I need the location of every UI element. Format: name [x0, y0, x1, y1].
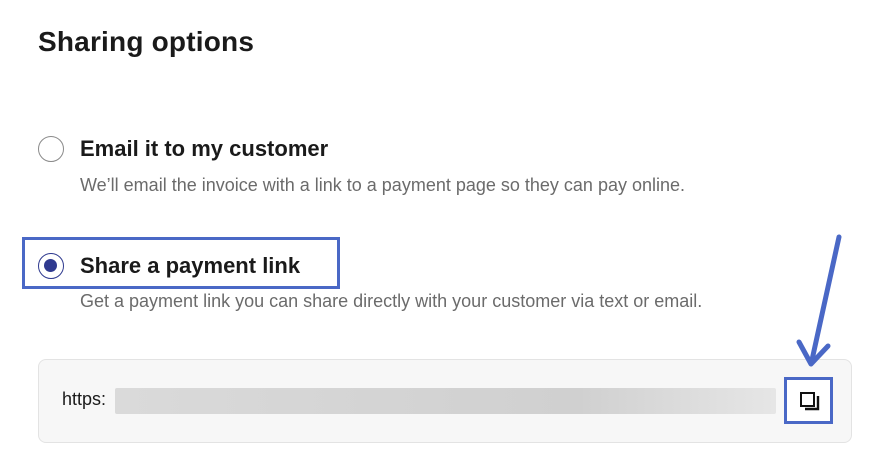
- radio-selected-dot: [44, 259, 57, 272]
- payment-link-prefix: https:: [62, 389, 107, 409]
- copy-icon: [800, 392, 820, 411]
- email-customer-label[interactable]: Email it to my customer: [80, 136, 328, 162]
- payment-link-radio[interactable]: [38, 253, 64, 279]
- payment-link-description: Get a payment link you can share directl…: [80, 291, 703, 311]
- page-title: Sharing options: [38, 26, 255, 57]
- copy-link-button[interactable]: [784, 377, 833, 424]
- email-customer-radio[interactable]: [38, 136, 64, 162]
- payment-link-label[interactable]: Share a payment link: [80, 253, 300, 279]
- payment-link-redacted: [115, 388, 776, 414]
- email-customer-description: We’ll email the invoice with a link to a…: [80, 175, 686, 195]
- sharing-options-panel: Sharing options Email it to my customer …: [0, 0, 884, 475]
